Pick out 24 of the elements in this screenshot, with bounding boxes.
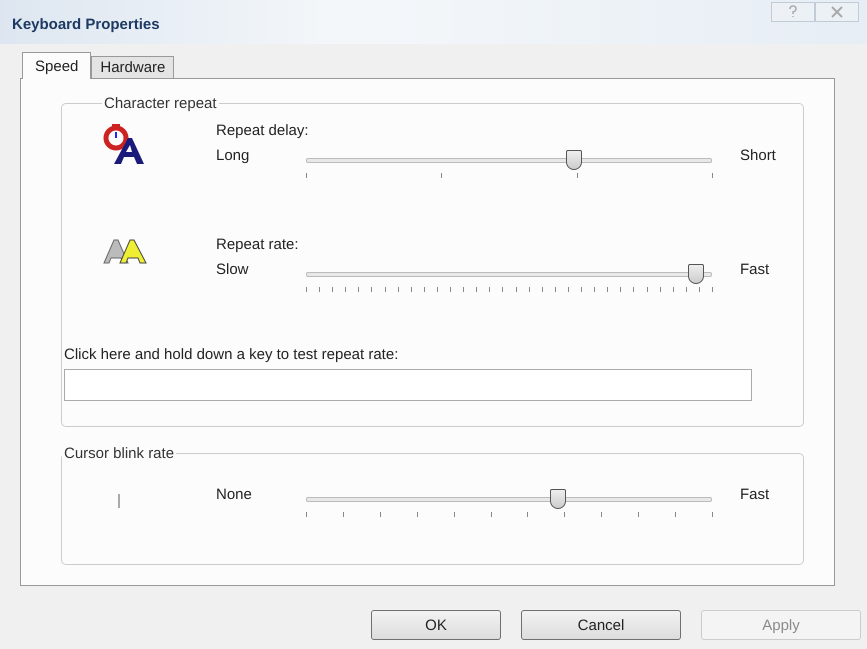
slider-label: Repeat rate: bbox=[216, 236, 300, 253]
slider-max-label: Fast bbox=[740, 261, 770, 278]
group-title: Cursor blink rate bbox=[63, 445, 176, 462]
slider-thumb[interactable] bbox=[566, 150, 582, 170]
dialog-button[interactable]: Cancel bbox=[521, 610, 681, 640]
close-icon bbox=[830, 6, 844, 18]
slider-min-label: Long bbox=[216, 147, 250, 164]
tab[interactable]: Speed bbox=[22, 52, 92, 79]
help-icon bbox=[787, 5, 799, 19]
slider-thumb[interactable] bbox=[550, 489, 566, 509]
letters-icon bbox=[102, 238, 148, 264]
window-title: Keyboard Properties bbox=[12, 16, 160, 32]
slider-max-label: Fast bbox=[740, 486, 770, 503]
slider-max-label: Short bbox=[740, 147, 776, 164]
slider-min-label: Slow bbox=[216, 261, 250, 278]
slider-label: Repeat delay: bbox=[216, 122, 310, 139]
slider-min-label: None bbox=[216, 486, 253, 503]
tab[interactable]: Hardware bbox=[91, 56, 174, 78]
input-field[interactable] bbox=[64, 369, 752, 401]
slider-thumb[interactable] bbox=[688, 264, 704, 284]
field-label: Click here and hold down a key to test repeat rate: bbox=[64, 346, 400, 363]
group-title: Character repeat bbox=[103, 95, 218, 112]
dialog-button[interactable]: OK bbox=[371, 610, 501, 640]
cursor-icon bbox=[118, 494, 120, 508]
